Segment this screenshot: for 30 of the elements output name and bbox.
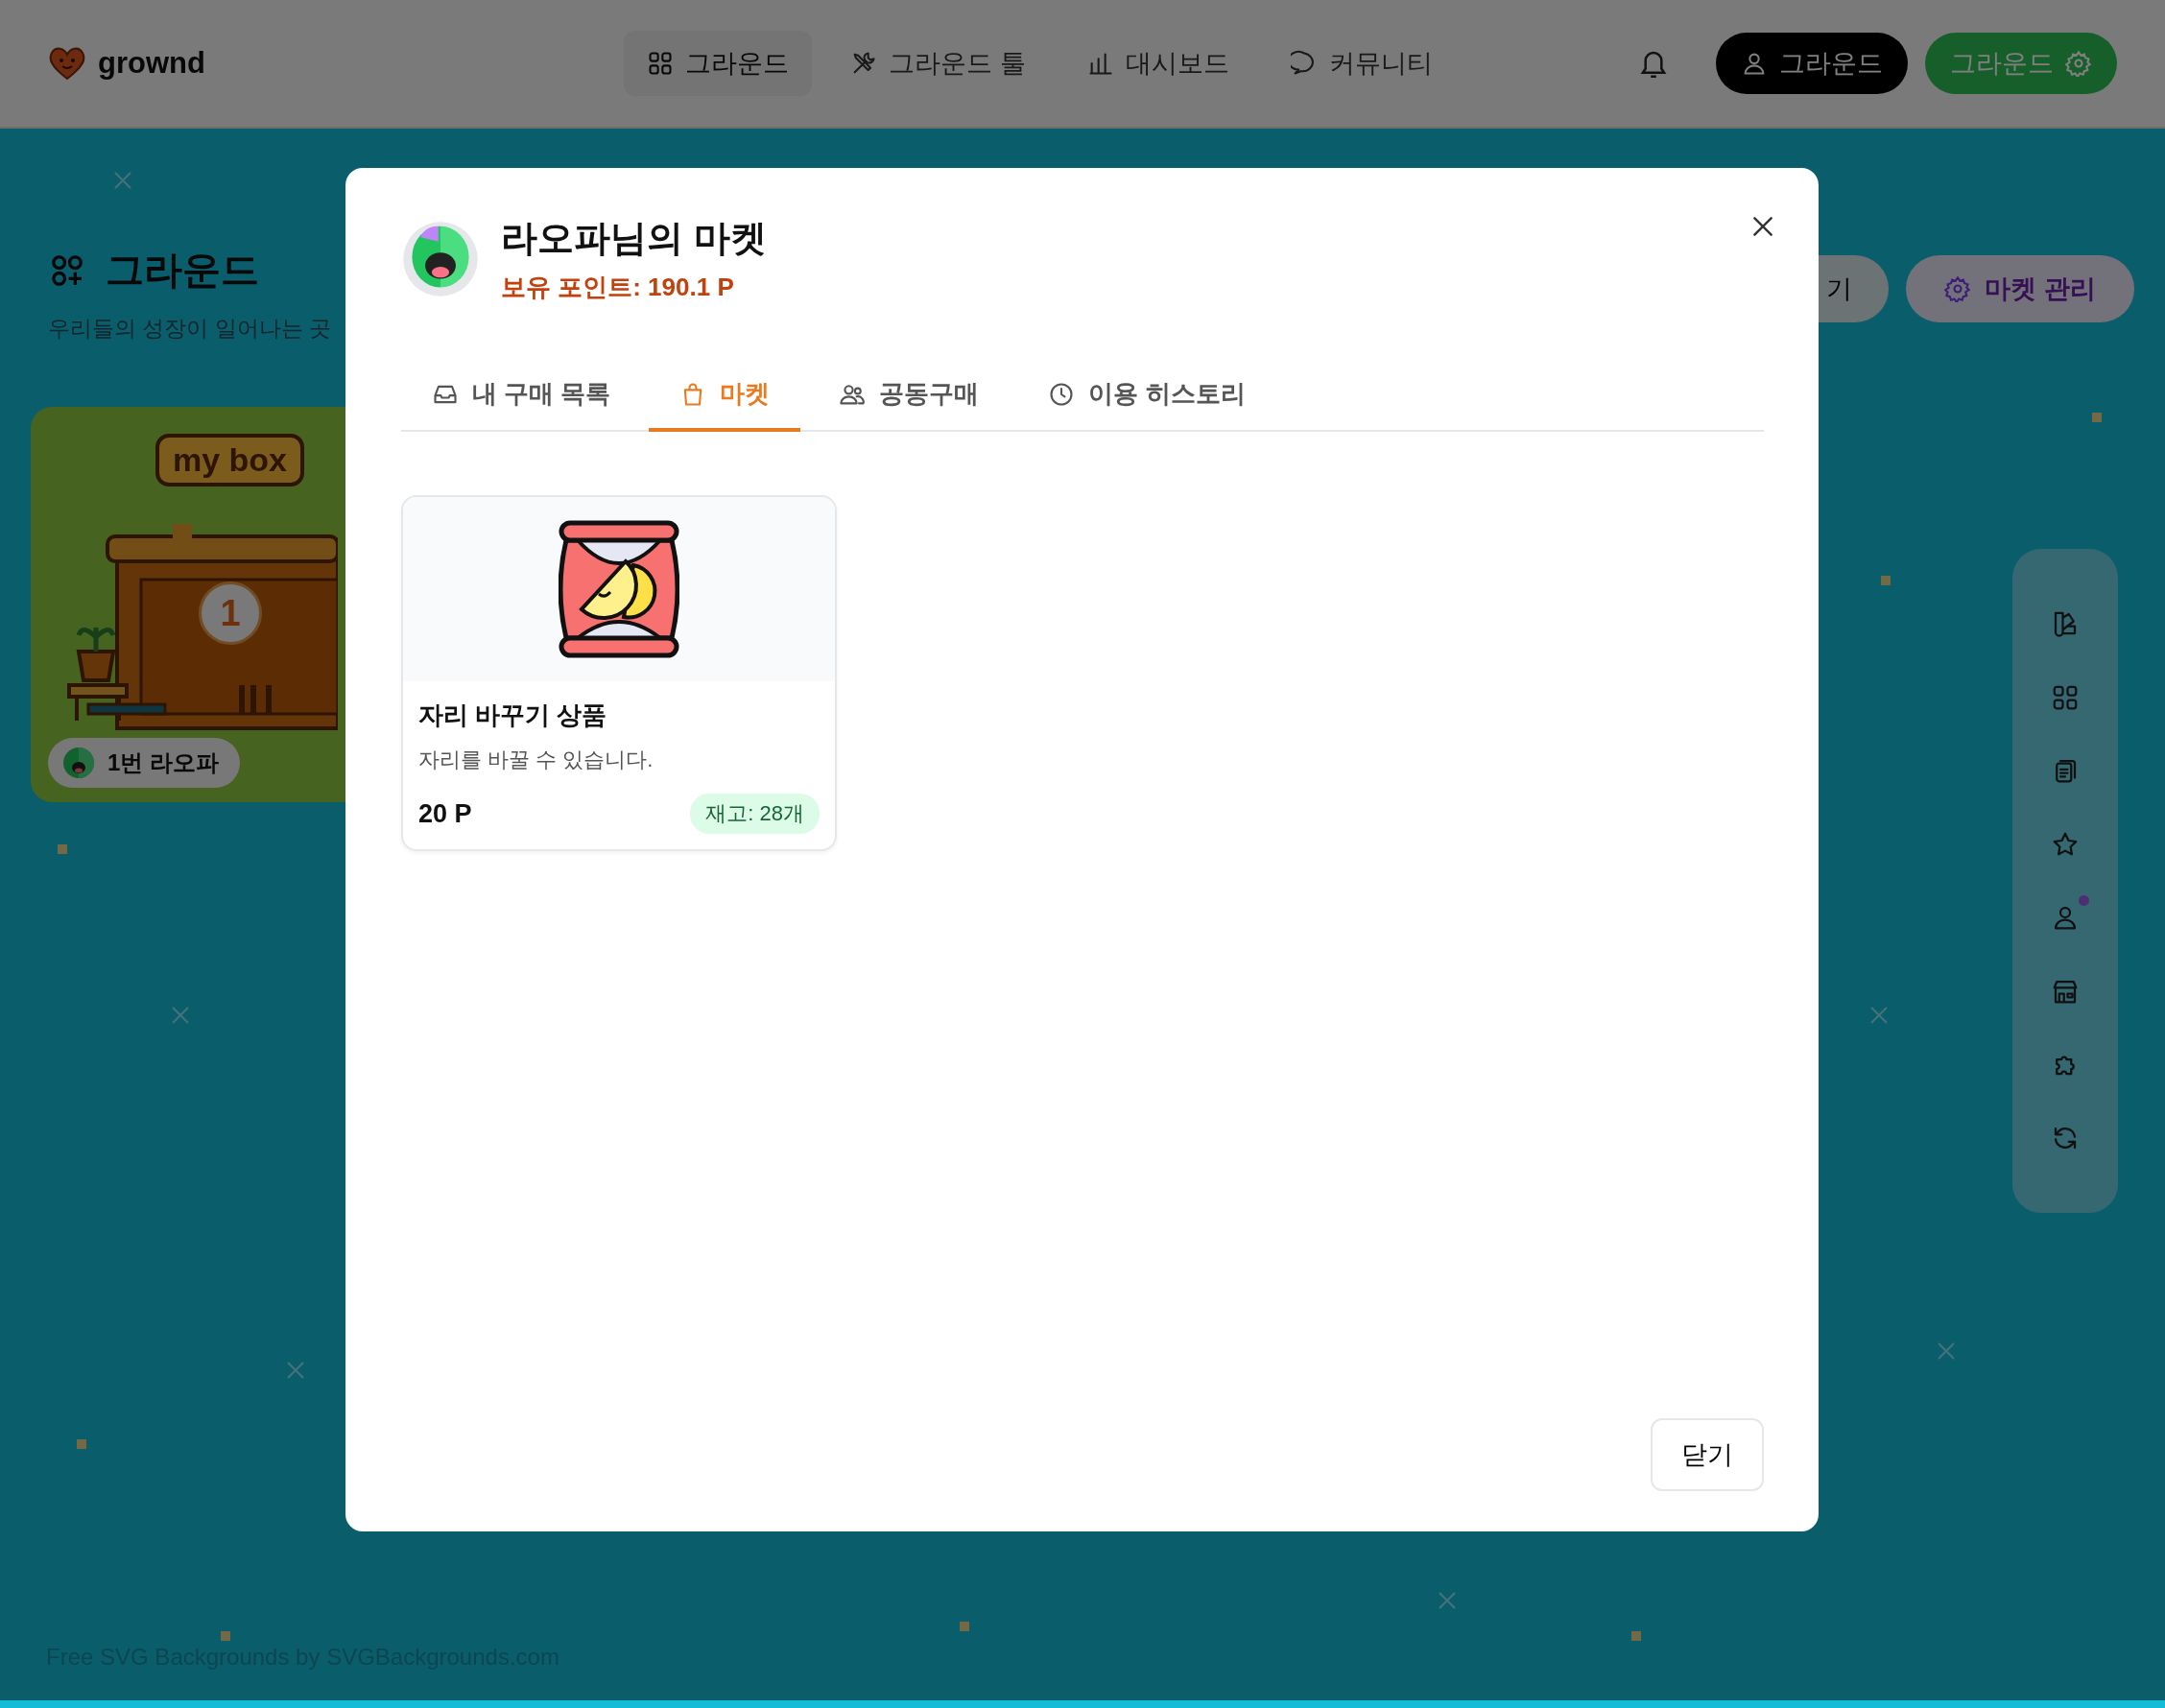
- close-icon[interactable]: [1750, 214, 1775, 239]
- avatar-icon: [61, 746, 96, 780]
- avatar-icon: [401, 220, 480, 298]
- nav-item[interactable]: 대시보드: [1063, 31, 1252, 96]
- product-price: 20 P: [418, 798, 472, 829]
- tab[interactable]: 마켓: [649, 364, 801, 432]
- tab[interactable]: 공동구매: [808, 364, 1011, 432]
- market-manage-button[interactable]: 마켓 관리: [1906, 255, 2134, 322]
- account-button[interactable]: 그라운드: [1716, 33, 1908, 94]
- notification-dot: [2079, 895, 2089, 907]
- product-name: 자리 바꾸기 상품: [418, 700, 608, 731]
- nav-item[interactable]: 커뮤니티: [1267, 31, 1456, 96]
- dialog-title: 라오파님의 마켓: [501, 217, 767, 260]
- sign-label: my box: [155, 434, 305, 486]
- logo-text[interactable]: grownd: [98, 46, 205, 81]
- tab[interactable]: 이용 히스토리: [1017, 364, 1276, 432]
- page-subtitle: 우리들의 성장이 일어나는 곳: [48, 315, 332, 343]
- close-button[interactable]: 닫기: [1651, 1418, 1764, 1491]
- nav-item[interactable]: 그라운드 툴: [827, 31, 1049, 96]
- grid-icon: [647, 50, 674, 77]
- heart-logo-icon: [48, 46, 86, 81]
- settings-icon: [1944, 275, 1972, 302]
- stock-badge: 재고: 28개: [690, 794, 820, 834]
- nav-item[interactable]: 그라운드: [624, 31, 812, 96]
- product-card[interactable]: 자리 바꾸기 상품 자리를 바꿀 수 있습니다. 20 P 재고: 28개: [401, 495, 837, 851]
- points-balance: 보유 포인트: 190.1 P: [501, 272, 735, 303]
- product-description: 자리를 바꿀 수 있습니다.: [418, 747, 654, 773]
- settings-icon: [2065, 50, 2092, 77]
- page-title: 그라운드: [106, 248, 259, 293]
- owner-chip[interactable]: 1번 라오파: [48, 738, 240, 788]
